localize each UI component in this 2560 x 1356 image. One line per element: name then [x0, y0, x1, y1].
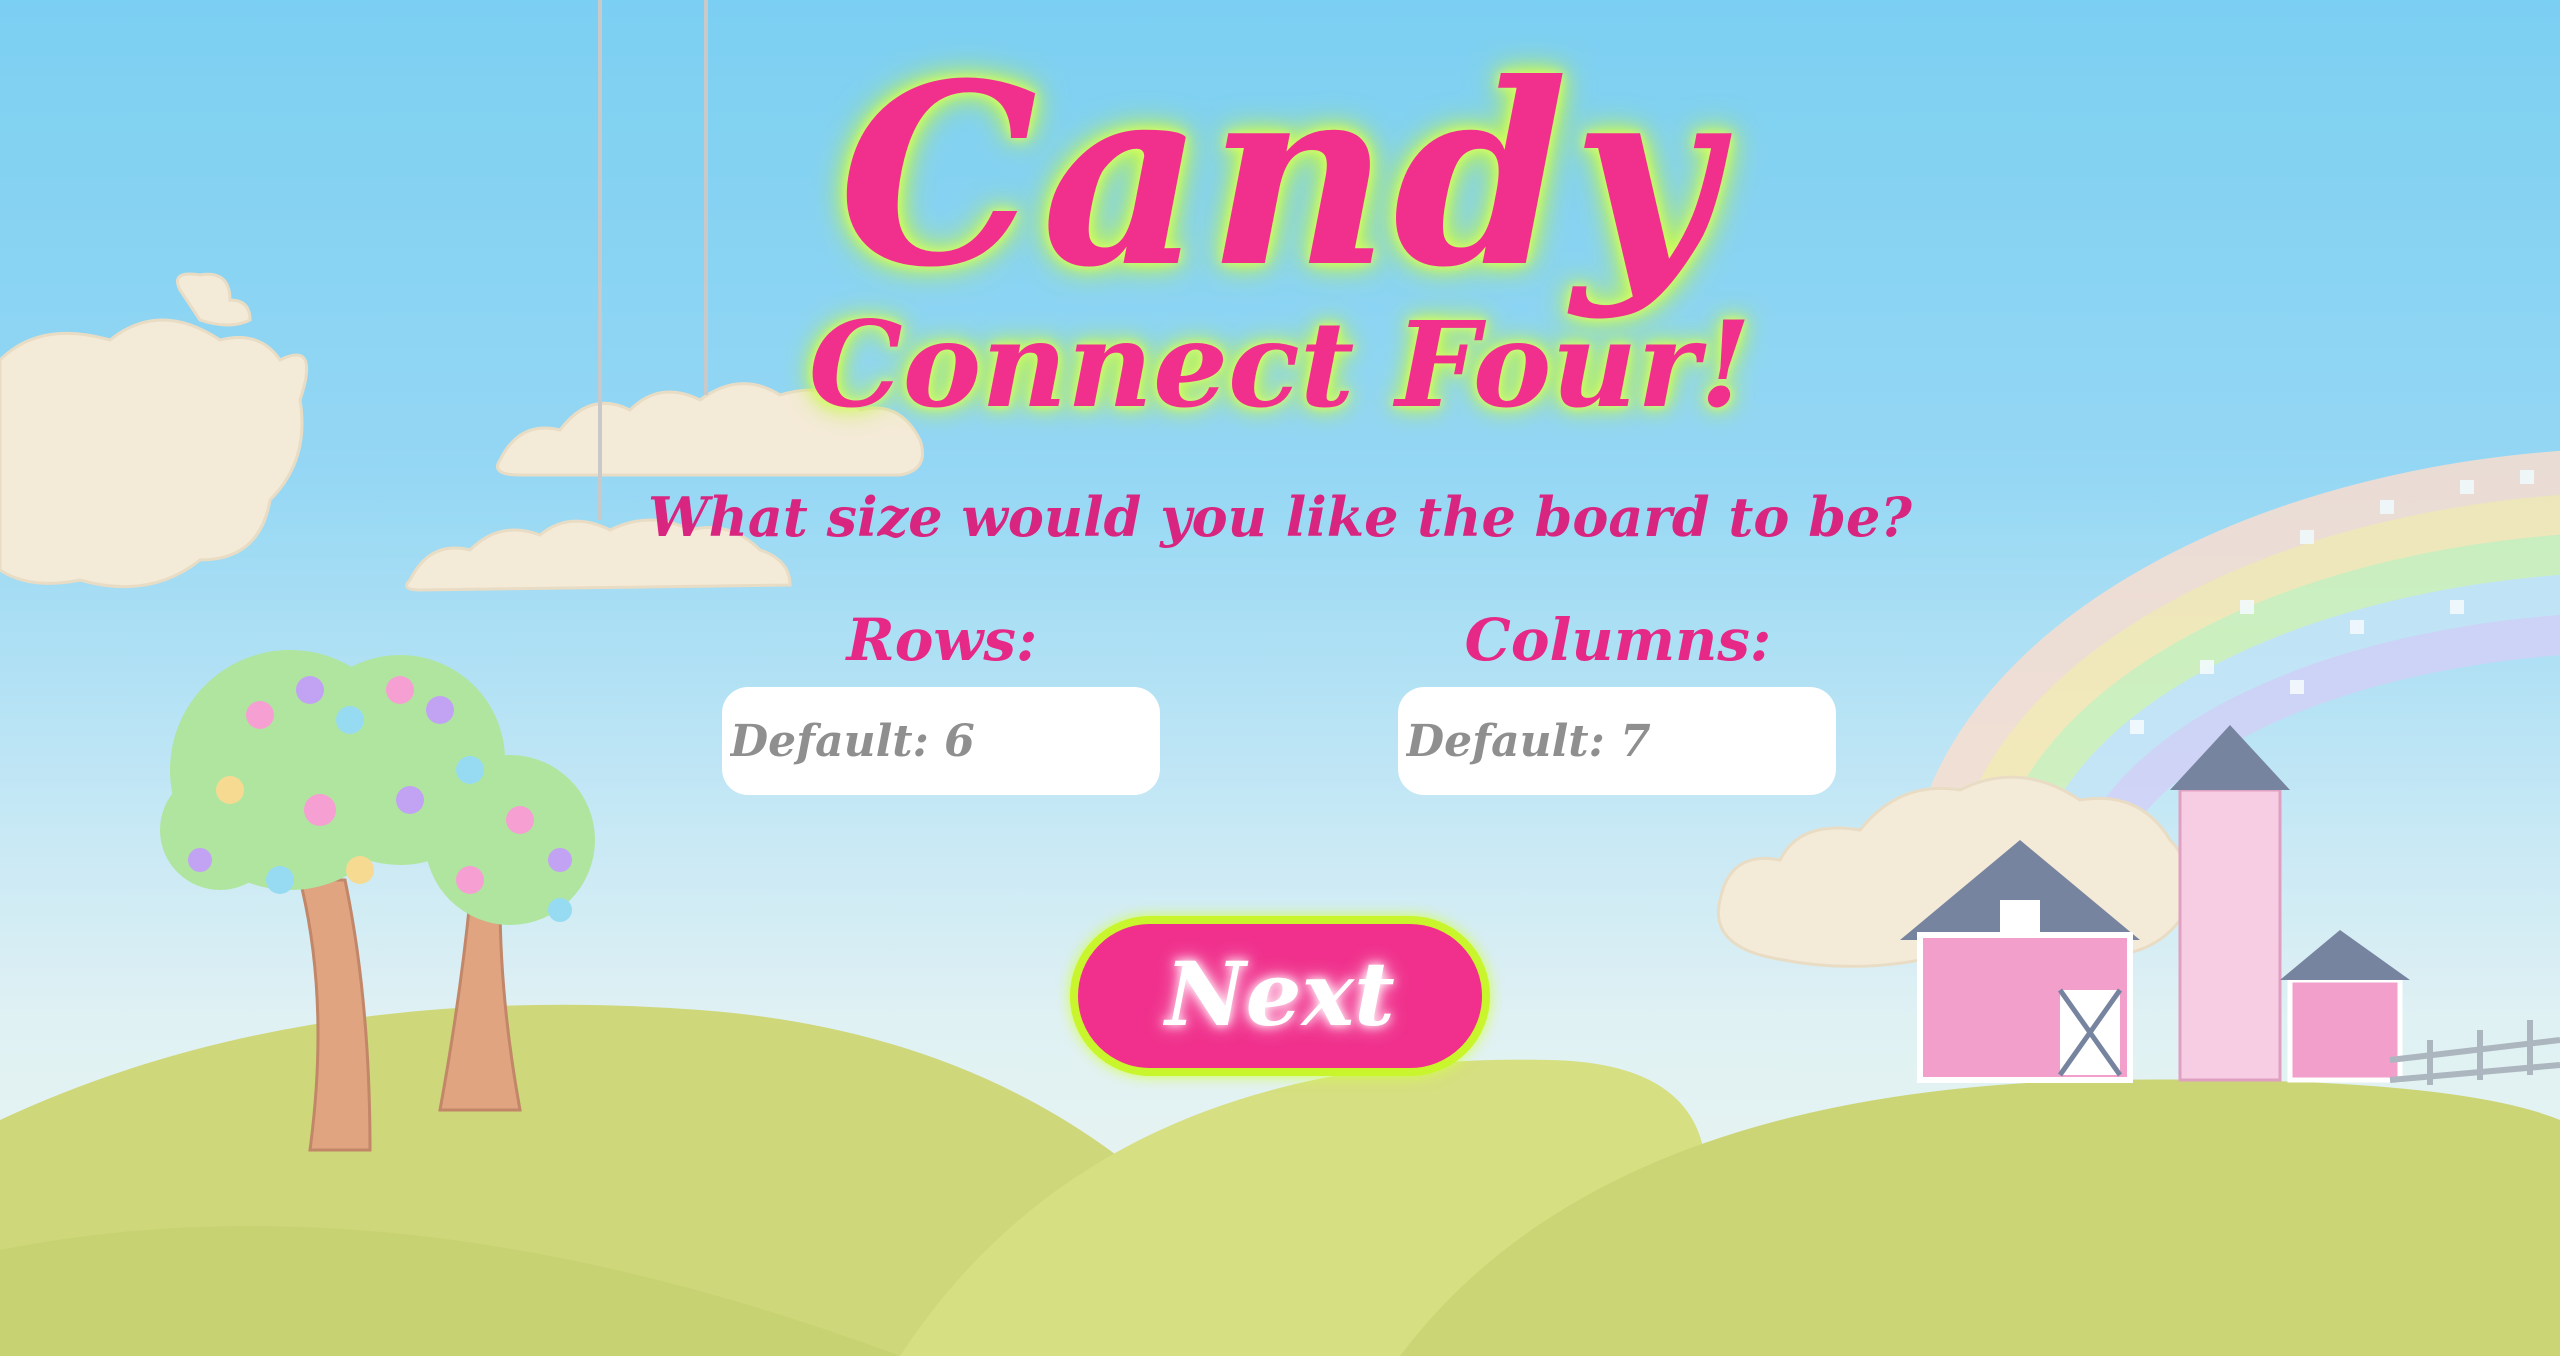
rows-input[interactable] — [722, 687, 1160, 795]
next-button[interactable]: Next — [1070, 916, 1490, 1076]
title-candy: Candy — [838, 28, 1722, 322]
board-size-question: What size would you like the board to be… — [648, 485, 1912, 549]
title-connect-four: Connect Four! — [808, 295, 1752, 434]
rows-label: Rows: — [846, 606, 1038, 674]
columns-label: Columns: — [1464, 606, 1772, 674]
columns-input[interactable] — [1398, 687, 1836, 795]
